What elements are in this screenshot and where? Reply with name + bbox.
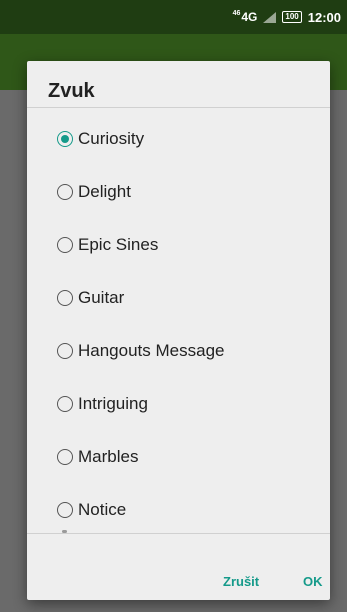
radio-button-unchecked-icon[interactable] xyxy=(57,343,73,359)
option-notice[interactable]: Notice xyxy=(57,496,126,524)
option-label: Marbles xyxy=(78,447,139,466)
radio-button-unchecked-icon[interactable] xyxy=(57,396,73,412)
sound-options-list[interactable]: Curiosity Delight Epic Sines Guitar Hang… xyxy=(27,109,330,533)
radio-button-unchecked-icon[interactable] xyxy=(57,184,73,200)
radio-button-unchecked-icon[interactable] xyxy=(57,502,73,518)
sound-dialog: Zvuk Curiosity Delight Epic Sines Guitar… xyxy=(27,61,330,600)
dialog-title: Zvuk xyxy=(48,80,95,102)
option-label: Delight xyxy=(78,182,131,201)
option-label: Epic Sines xyxy=(78,235,159,254)
dialog-divider-bottom xyxy=(27,533,330,534)
radio-button-checked-icon[interactable] xyxy=(57,131,73,147)
option-curiosity[interactable]: Curiosity xyxy=(57,125,144,153)
option-label: Hangouts Message xyxy=(78,341,225,360)
option-label: Notice xyxy=(78,500,127,519)
network-type: 4G xyxy=(241,10,258,24)
network-prefix: 46 xyxy=(232,10,241,17)
option-label: Curiosity xyxy=(78,129,145,148)
battery-level: 100 xyxy=(285,12,299,21)
ok-button-label: OK xyxy=(303,574,323,589)
option-label: Intriguing xyxy=(78,394,148,413)
radio-button-unchecked-icon[interactable] xyxy=(57,290,73,306)
battery-icon: 100 xyxy=(282,11,302,23)
option-hangouts-message[interactable]: Hangouts Message xyxy=(57,337,224,365)
option-intriguing[interactable]: Intriguing xyxy=(57,390,148,418)
cancel-button-label: Zrušit xyxy=(223,574,260,589)
signal-icon xyxy=(263,11,277,23)
option-marbles[interactable]: Marbles xyxy=(57,443,138,471)
option-label: Guitar xyxy=(78,288,125,307)
dialog-divider-top xyxy=(27,107,330,108)
status-time: 12:00 xyxy=(307,9,341,25)
network-indicator: 464G xyxy=(233,10,258,24)
option-epic-sines[interactable]: Epic Sines xyxy=(57,231,158,259)
option-delight[interactable]: Delight xyxy=(57,178,131,206)
radio-button-unchecked-icon[interactable] xyxy=(57,237,73,253)
radio-button-unchecked-icon[interactable] xyxy=(57,449,73,465)
status-bar: 464G 100 12:00 xyxy=(0,0,347,34)
option-guitar[interactable]: Guitar xyxy=(57,284,124,312)
